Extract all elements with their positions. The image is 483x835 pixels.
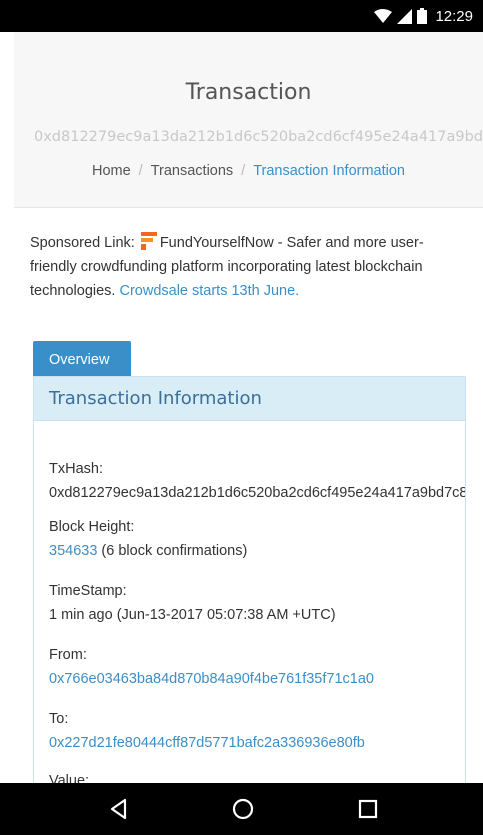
breadcrumb: Home / Transactions / Transaction Informatio… [14,163,483,179]
panel-title: Transaction Information [34,377,465,421]
breadcrumb-transactions[interactable]: Transactions [151,163,233,179]
page-title: Transaction [185,80,312,105]
timestamp-label: TimeStamp: [49,583,127,599]
to-address-link[interactable]: 0x227d21fe80444cff87d5771bafc2a336936e80… [49,735,365,751]
signal-icon [397,8,413,24]
block-number-link[interactable]: 354633 [49,543,97,559]
field-block-height: Block Height: 354633 (6 block confirmati… [49,519,465,559]
breadcrumb-separator: / [138,163,143,179]
status-bar: 12:29 [0,0,483,32]
block-height-label: Block Height: [49,519,135,535]
home-icon[interactable] [231,797,255,821]
crowdsale-link[interactable]: Crowdsale starts 13th June. [119,283,299,299]
field-to: To: 0x227d21fe80444cff87d5771bafc2a33693… [49,711,465,751]
field-timestamp: TimeStamp: 1 min ago (Jun-13-2017 05:07:… [49,583,465,623]
from-label: From: [49,647,87,663]
field-from: From: 0x766e03463ba84d870b84a90f4be761f3… [49,647,465,687]
from-address-link[interactable]: 0x766e03463ba84d870b84a90f4be761f35f71c1… [49,671,374,687]
sponsored-link: Sponsored Link: FundYourselfNow - Safer … [30,231,460,303]
transaction-info-panel: Transaction Information TxHash: 0xd81227… [33,376,466,835]
txhash-label: TxHash: [49,461,103,477]
back-icon[interactable] [107,797,131,821]
field-txhash: TxHash: 0xd812279ec9a13da212b1d6c520ba2c… [49,461,466,501]
breadcrumb-separator: / [241,163,246,179]
page-header: Transaction 0xd812279ec9a13da212b1d6c520… [14,32,483,208]
tab-overview[interactable]: Overview [33,341,131,376]
breadcrumb-current[interactable]: Transaction Information [253,163,405,179]
block-confirmations: (6 block confirmations) [101,543,248,559]
breadcrumb-home[interactable]: Home [92,163,131,179]
to-label: To: [49,711,69,727]
recents-icon[interactable] [356,797,380,821]
status-icons: 12:29 [374,7,473,25]
page-subtitle-tx-hash: 0xd812279ec9a13da212b1d6c520ba2cd6cf495e… [34,129,483,145]
status-time: 12:29 [435,7,473,25]
battery-icon [417,8,428,24]
timestamp-value: 1 min ago (Jun-13-2017 05:07:38 AM +UTC) [49,607,336,623]
txhash-value: 0xd812279ec9a13da212b1d6c520ba2cd6cf495e… [49,485,466,501]
block-height-value: 354633 (6 block confirmations) [49,543,465,559]
android-nav-bar [0,783,483,835]
sponsored-prefix: Sponsored Link: [30,235,135,251]
fundyourselfnow-logo [140,232,157,250]
wifi-icon [374,8,393,23]
sponsored-brand[interactable]: FundYourselfNow [160,235,274,251]
